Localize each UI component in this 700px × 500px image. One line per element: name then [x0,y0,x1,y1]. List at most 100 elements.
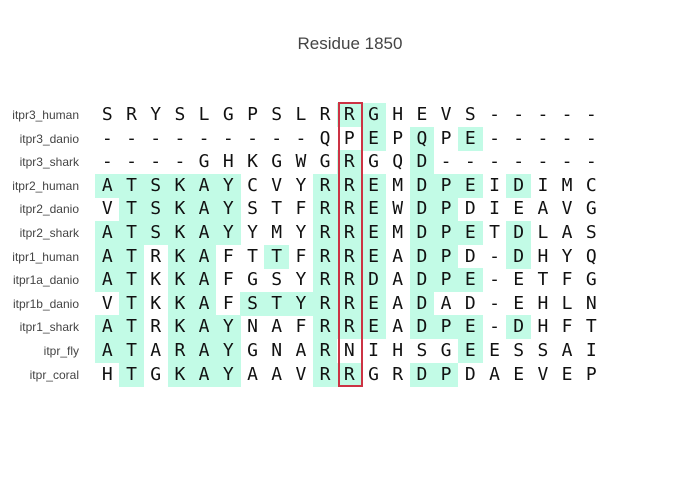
residue-cell: S [416,340,428,361]
sequence-label: itpr3_shark [19,155,79,170]
residue-cell: W [392,198,404,220]
residue-cell: H [101,363,113,385]
residue-cell: V [537,363,549,385]
residue-cell: - [513,127,525,149]
residue-cell: R [312,197,338,222]
residue-cell: E [458,268,483,293]
residue-cell: C [247,174,258,196]
residue-cell: - [561,151,573,173]
residue-cell: I [537,174,549,196]
residue-cell: E [513,292,525,314]
residue-cell: K [167,291,193,316]
residue-cell: - [271,127,283,149]
residue-cell: T [271,198,283,220]
residue-cell: Y [247,222,258,243]
residue-cell: L [198,104,210,125]
residue-cell: - [537,151,549,173]
residue-cell: S [585,222,597,243]
residue-cell: V [440,104,452,125]
sequence-label: itpr2_human [12,178,79,193]
residue-cell: - [489,245,500,267]
residue-cell: V [271,174,283,196]
sequence-label: itpr3_human [12,108,79,122]
residue-cell: - [585,127,597,149]
residue-cell: - [561,127,573,149]
residue-cell: E [416,104,428,125]
residue-cell: R [392,363,404,385]
residue-cell: D [409,150,435,175]
residue-cell: - [150,127,162,149]
residue-cell: T [119,291,144,316]
residue-cell: - [489,269,500,291]
residue-cell: T [119,221,144,245]
residue-cell: F [561,269,573,291]
residue-cell: S [247,198,258,220]
sequence-label: itpr2_shark [19,226,79,240]
residue-cell: D [506,173,531,198]
residue-cell: D [464,292,476,314]
residue-cell: V [295,363,307,385]
residue-cell: K [167,268,193,293]
residue-cell: Y [150,104,162,125]
residue-cell: P [433,221,459,245]
residue-cell: H [392,340,404,361]
residue-cell: D [361,268,386,293]
residue-cell: F [561,316,573,338]
residue-cell: - [126,127,137,149]
residue-cell: L [561,292,573,314]
residue-cell: I [489,174,500,196]
alignment-figure: Residue 1850 itpr3_human S R Y S L G P S L R R G H E V S… [0,0,700,500]
residue-cell: N [585,292,597,314]
residue-cell: A [95,221,120,245]
residue-cell: G [361,103,386,127]
residue-cell: E [361,315,386,340]
residue-cell: D [464,363,476,385]
residue-cell: A [95,268,120,293]
residue-cell: S [101,104,113,125]
residue-cell: R [312,173,338,198]
residue-cell: D [409,315,435,340]
residue-cell: Y [288,291,314,316]
residue-cell: G [198,151,210,173]
residue-cell: D [409,362,435,387]
residue-cell: A [561,340,573,361]
residue-cell: P [392,127,404,149]
residue-cell: K [167,173,193,198]
residue-cell: K [167,221,193,245]
residue-cell: G [150,363,162,385]
residue-cell: Y [216,315,241,340]
sequence-label: itpr1a_danio [12,273,79,288]
residue-cell: D [409,221,435,245]
residue-cell: H [537,292,549,314]
residue-cell: G [368,363,379,385]
residue-cell: G [368,151,379,173]
residue-cell: R [312,221,338,245]
residue-cell: T [264,291,289,316]
residue-cell: S [240,291,265,316]
residue-cell: D [409,291,435,316]
residue-cell: A [150,340,162,361]
residue-cell: P [440,127,452,149]
residue-cell: H [222,151,234,173]
residue-cell: T [119,339,144,363]
residue-cell: A [271,363,283,385]
residue-cell: A [95,339,120,363]
residue-cell: G [271,151,283,173]
residue-cell: - [464,151,476,173]
residue-cell: C [585,174,597,196]
sequence-label: itpr1_shark [19,320,79,335]
residue-cell: - [585,104,597,125]
residue-cell: S [174,104,186,125]
residue-cell: N [247,316,258,338]
residue-cell: K [167,315,193,340]
residue-cell: S [464,104,476,125]
residue-cell: - [247,127,258,149]
residue-cell: G [440,340,452,361]
figure-title: Residue 1850 [297,34,403,53]
residue-cell: - [489,151,500,173]
residue-cell: E [561,363,573,385]
residue-cell: D [409,268,435,293]
residue-cell: V [101,198,113,220]
residue-cell: F [222,269,234,291]
residue-cell: - [198,127,210,149]
